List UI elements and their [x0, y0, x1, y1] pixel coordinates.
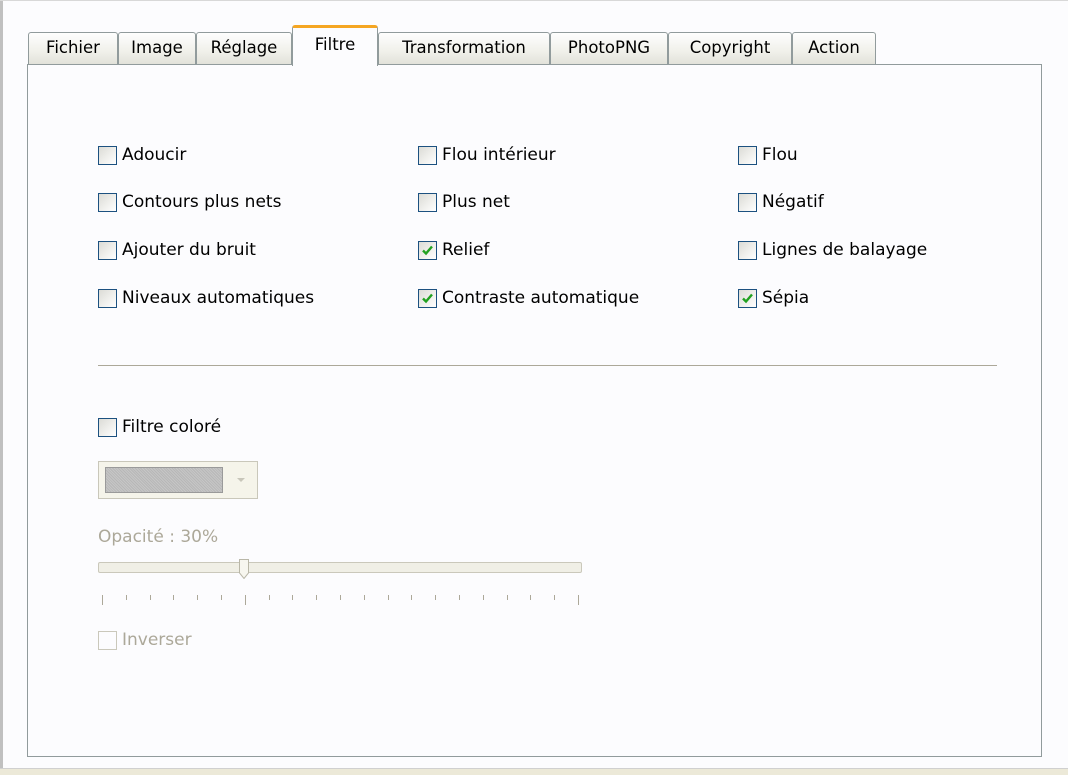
filter-adoucir[interactable]: Adoucir: [98, 143, 186, 167]
invert-label: Inverser: [122, 630, 192, 650]
slider-tick: [507, 595, 508, 600]
checkmark-icon: [422, 245, 433, 255]
slider-tick: [292, 595, 293, 600]
checkbox[interactable]: [418, 240, 437, 260]
checkbox-label: Relief: [442, 240, 490, 260]
window-left-edge: [0, 1, 3, 775]
filter-plus-net[interactable]: Plus net: [418, 190, 510, 214]
checkbox-label: Adoucir: [122, 145, 187, 165]
checkbox[interactable]: [98, 417, 117, 437]
checkbox-label: Contraste automatique: [442, 288, 640, 308]
opacity-label: Opacité : 30%: [98, 527, 219, 547]
slider-tick: [126, 595, 127, 600]
checkbox-label: Flou: [762, 145, 798, 165]
chevron-down-icon[interactable]: [229, 466, 253, 494]
checkbox[interactable]: [98, 630, 117, 650]
filter-ajouter-du-bruit[interactable]: Ajouter du bruit: [98, 238, 256, 262]
slider-tick: [364, 595, 365, 600]
checkbox-label: Négatif: [762, 192, 824, 212]
slider-tick: [435, 595, 436, 600]
tab-copyright[interactable]: Copyright: [668, 32, 792, 64]
slider-tick: [459, 595, 460, 600]
slider-tick: [150, 595, 151, 600]
tab-image[interactable]: Image: [118, 32, 196, 64]
filter-contours-plus-nets[interactable]: Contours plus nets: [98, 190, 281, 214]
color-picker-dropdown[interactable]: [98, 461, 258, 499]
checkbox-label: Niveaux automatiques: [122, 288, 315, 308]
slider-tick: [483, 595, 484, 600]
slider-ticks: [98, 595, 582, 605]
filter-relief[interactable]: Relief: [418, 238, 489, 262]
checkbox[interactable]: [738, 192, 757, 212]
checkbox[interactable]: [418, 192, 437, 212]
slider-thumb[interactable]: [238, 559, 249, 580]
filter-settings-window: Fichier Image Réglage Filtre Transformat…: [0, 0, 1068, 775]
filter-flou[interactable]: Flou: [738, 143, 798, 167]
slider-tick: [102, 595, 103, 605]
filter-sepia[interactable]: Sépia: [738, 286, 809, 310]
checkbox-label: Lignes de balayage: [762, 240, 928, 260]
opacity-slider[interactable]: [98, 559, 582, 581]
slider-tick: [340, 595, 341, 600]
checkbox-label: Contours plus nets: [122, 192, 282, 212]
slider-tick: [411, 595, 412, 600]
tab-photopng[interactable]: PhotoPNG: [550, 32, 668, 64]
checkbox[interactable]: [738, 240, 757, 260]
tab-action[interactable]: Action: [792, 32, 876, 64]
tab-fichier[interactable]: Fichier: [28, 32, 118, 64]
slider-tick: [316, 595, 317, 600]
slider-track: [98, 562, 582, 573]
slider-tick: [197, 595, 198, 600]
tab-transformation[interactable]: Transformation: [378, 32, 550, 64]
checkbox[interactable]: [98, 145, 117, 165]
color-swatch: [105, 467, 223, 493]
tab-filtre[interactable]: Filtre: [292, 25, 378, 66]
invert-checkbox-row[interactable]: Inverser: [98, 628, 192, 652]
slider-tick: [269, 595, 270, 600]
checkbox-label: Flou intérieur: [442, 145, 556, 165]
checkbox[interactable]: [418, 288, 437, 308]
filter-contraste-automatique[interactable]: Contraste automatique: [418, 286, 639, 310]
checkmark-icon: [422, 293, 433, 303]
checkbox-label: Sépia: [762, 288, 810, 308]
filter-lignes-de-balayage[interactable]: Lignes de balayage: [738, 238, 927, 262]
checkbox[interactable]: [98, 288, 117, 308]
checkbox-label: Plus net: [442, 192, 510, 212]
slider-tick: [554, 595, 555, 600]
checkbox[interactable]: [738, 288, 757, 308]
slider-tick: [245, 595, 246, 605]
slider-tick: [578, 595, 579, 605]
checkbox-label: Ajouter du bruit: [122, 240, 256, 260]
checkbox[interactable]: [418, 145, 437, 165]
slider-tick: [530, 595, 531, 600]
checkbox[interactable]: [98, 192, 117, 212]
color-filter-label: Filtre coloré: [122, 417, 222, 437]
tab-reglage[interactable]: Réglage: [196, 32, 292, 64]
section-divider: [98, 365, 997, 366]
checkbox[interactable]: [98, 240, 117, 260]
slider-tick: [388, 595, 389, 600]
filter-panel: Adoucir Flou intérieur Flou Contours plu…: [27, 64, 1042, 757]
color-filter-checkbox-row[interactable]: Filtre coloré: [98, 415, 221, 439]
filter-flou-interieur[interactable]: Flou intérieur: [418, 143, 556, 167]
checkmark-icon: [742, 293, 753, 303]
filter-negatif[interactable]: Négatif: [738, 190, 824, 214]
filter-niveaux-automatiques[interactable]: Niveaux automatiques: [98, 286, 314, 310]
slider-tick: [221, 595, 222, 600]
slider-tick: [173, 595, 174, 600]
checkbox[interactable]: [738, 145, 757, 165]
